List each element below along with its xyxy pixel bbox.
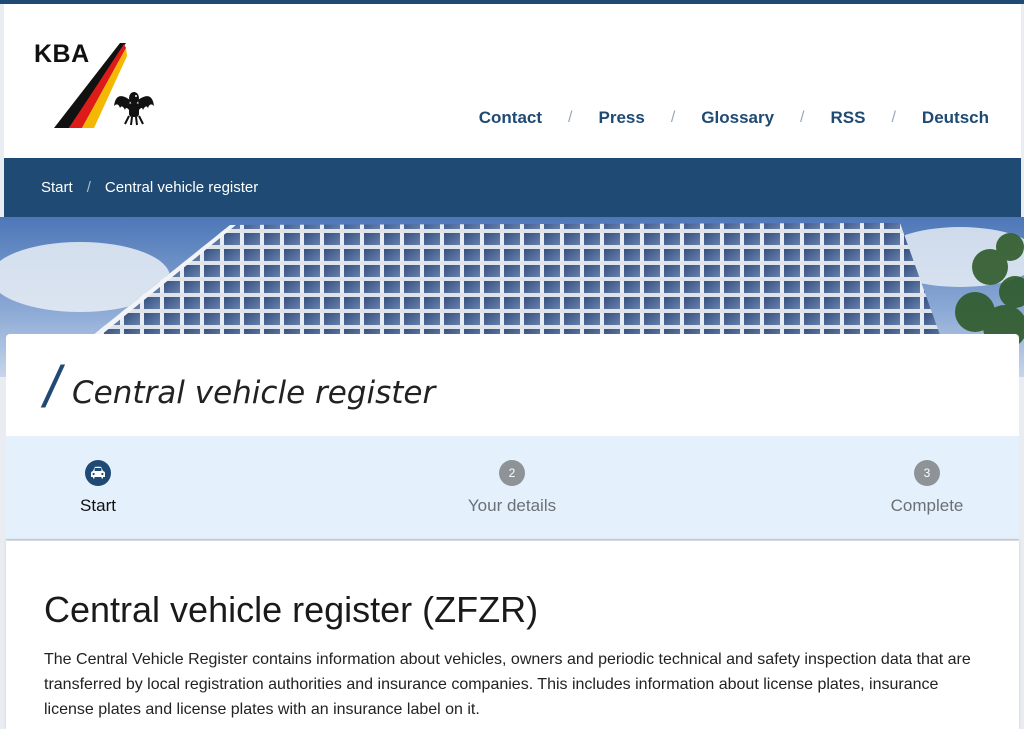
site-header: KBA Contact / Press / Glossary / RSS / D… [4,4,1021,158]
step-your-details: 2 Your details [452,460,572,516]
nav-separator: / [800,109,805,126]
top-nav: Contact / Press / Glossary / RSS / Deuts… [479,108,989,128]
nav-deutsch[interactable]: Deutsch [922,108,989,128]
nav-separator: / [568,109,573,126]
nav-separator: / [891,109,896,126]
step-complete-label: Complete [890,496,964,515]
content-heading: Central vehicle register (ZFZR) [44,589,539,630]
federal-eagle-icon [114,92,154,126]
car-icon [91,466,105,479]
page-title: Central vehicle register [72,375,436,411]
step-2-indicator: 2 [499,460,525,486]
nav-press[interactable]: Press [599,108,645,128]
content-paragraph: The Central Vehicle Register contains in… [44,651,971,718]
nav-separator: / [670,109,676,126]
step-start-indicator [85,460,111,486]
nav-glossary[interactable]: Glossary [701,108,774,128]
kba-logo[interactable]: KBA [34,38,164,133]
nav-rss[interactable]: RSS [831,108,866,128]
title-card: / Central vehicle register [6,334,1019,436]
nav-contact[interactable]: Contact [479,108,542,128]
breadcrumb-current: Central vehicle register [104,179,259,196]
main-content: Central vehicle register (ZFZR) The Cent… [6,541,1019,729]
step-start: Start [68,460,128,516]
breadcrumb-separator: / [86,179,91,196]
breadcrumb-start[interactable]: Start [41,179,73,196]
title-slash: / [44,355,61,420]
breadcrumb: Start / Central vehicle register [4,158,1021,217]
flag-stripes-icon [54,43,154,128]
step-3-indicator: 3 [914,460,940,486]
step-complete: 3 Complete [877,460,977,516]
progress-stepper: Start 2 Your details 3 Complete [6,436,1019,540]
step-start-label: Start [80,496,116,515]
step-your-details-label: Your details [467,496,557,515]
